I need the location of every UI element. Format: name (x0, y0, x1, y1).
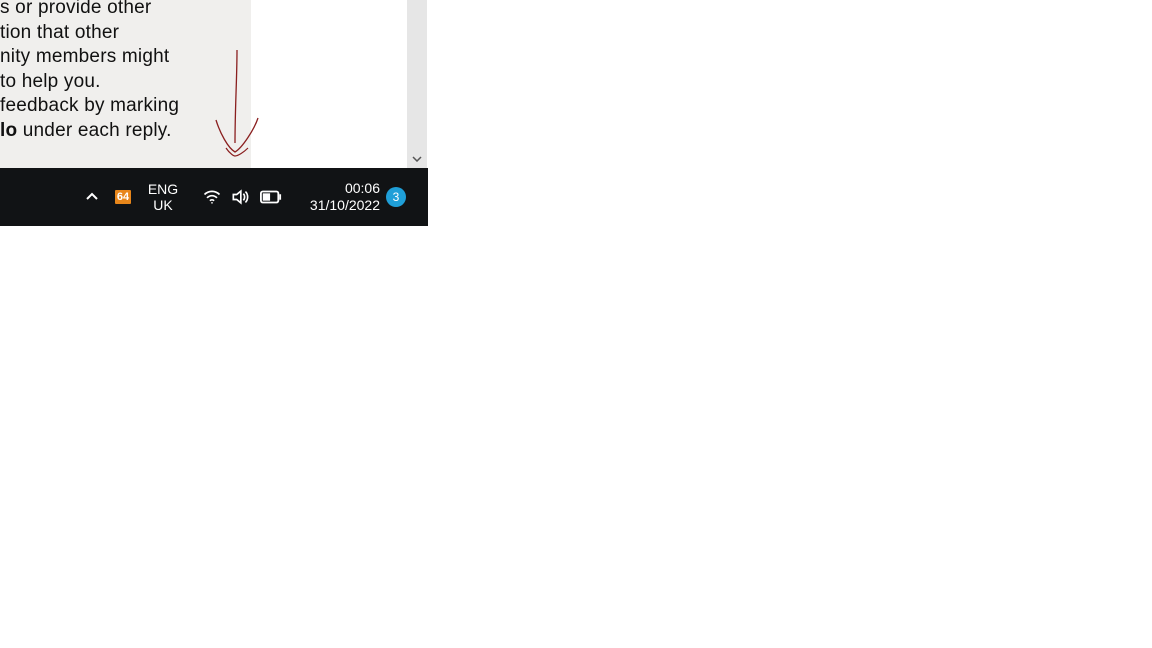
scrollbar-track[interactable] (407, 0, 427, 168)
volume-button[interactable] (228, 168, 252, 226)
screenshot-region: s or provide other tion that other nity … (0, 0, 428, 226)
notification-badge-icon: 3 (386, 187, 406, 207)
tray-badge-value: 64 (115, 190, 131, 204)
speaker-icon (230, 187, 250, 207)
battery-icon (260, 190, 282, 204)
chevron-up-icon (85, 190, 99, 204)
language-bottom: UK (153, 197, 172, 213)
battery-button[interactable] (258, 168, 284, 226)
clock-button[interactable]: 00:06 31/10/2022 (296, 168, 382, 226)
windows-taskbar: 64 ENG UK (0, 168, 428, 226)
help-panel: s or provide other tion that other nity … (0, 0, 251, 168)
text-line: nity members might (0, 46, 169, 67)
scrollbar-down-arrow[interactable] (407, 150, 427, 168)
text-bold-no: lo (0, 120, 17, 141)
clock-time: 00:06 (345, 180, 380, 197)
text-line: tion that other (0, 22, 119, 43)
network-button[interactable] (200, 168, 224, 226)
notification-count: 3 (393, 190, 400, 204)
notifications-button[interactable]: 3 (384, 168, 408, 226)
help-panel-text: s or provide other tion that other nity … (0, 0, 250, 143)
text-line: under each reply. (17, 120, 171, 141)
language-indicator[interactable]: ENG UK (142, 168, 184, 226)
text-line: to help you. (0, 71, 101, 92)
text-line: s or provide other (0, 0, 151, 18)
wifi-icon (202, 187, 222, 207)
clock-date: 31/10/2022 (310, 197, 380, 214)
white-gap (251, 0, 407, 168)
show-hidden-icons-button[interactable] (80, 168, 104, 226)
text-line: feedback by marking (0, 95, 179, 116)
tray-app-badge[interactable]: 64 (112, 168, 134, 226)
language-top: ENG (148, 181, 178, 197)
